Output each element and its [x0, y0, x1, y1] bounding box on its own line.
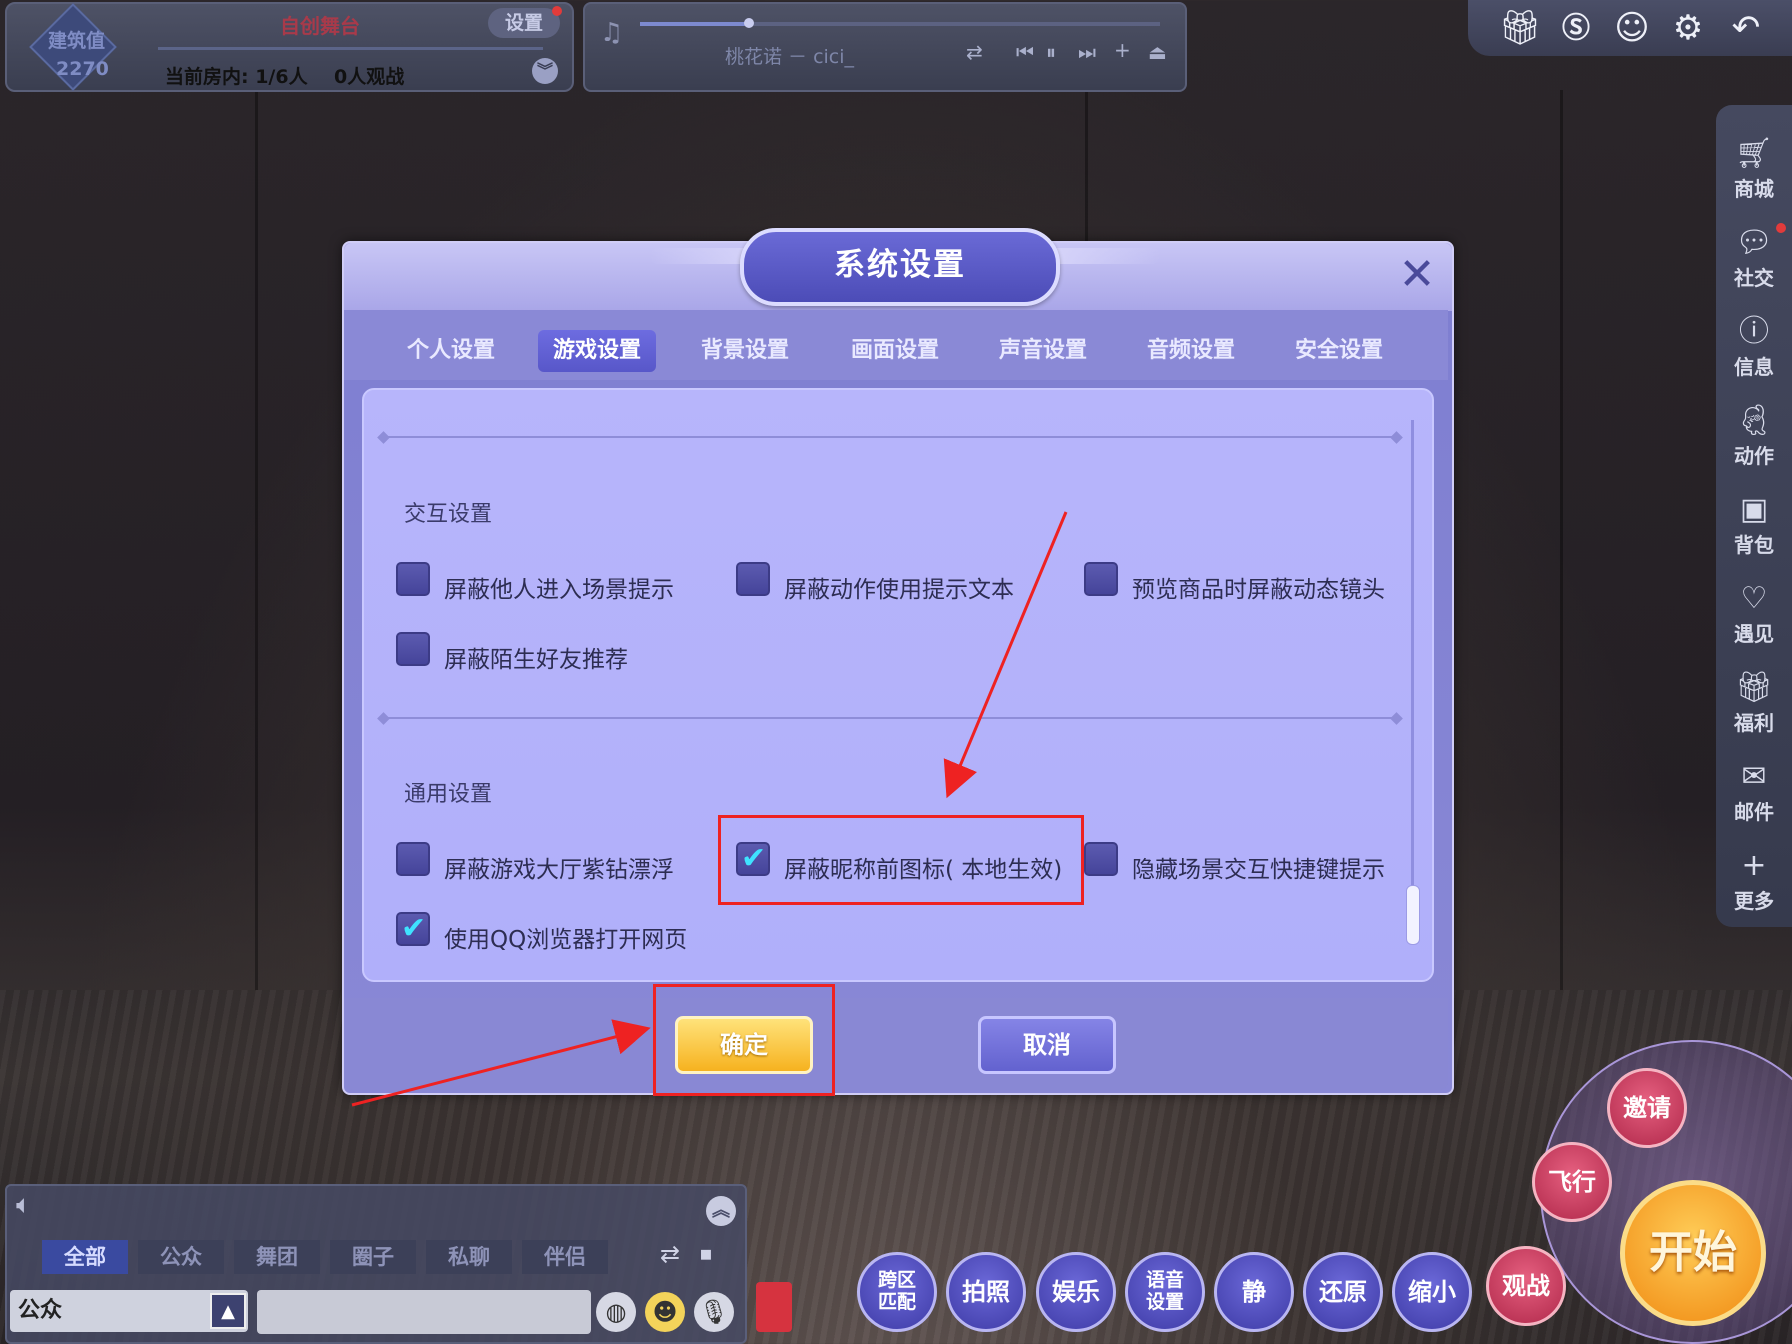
microphone-icon[interactable]: 🎙︎ — [694, 1292, 734, 1332]
chat-tab[interactable]: 舞团 — [234, 1240, 320, 1274]
channel-dropdown-button[interactable]: ▲ — [210, 1293, 246, 1329]
swap-icon[interactable]: ⇄ — [660, 1240, 680, 1268]
annotation-arrows — [351, 511, 1068, 1107]
chat-tab[interactable]: 全部 — [42, 1240, 128, 1274]
invite-button[interactable]: 邀请 — [1607, 1068, 1687, 1148]
start-button[interactable]: 开始 — [1620, 1180, 1766, 1326]
photo-button[interactable]: 拍照 — [946, 1252, 1026, 1332]
restore-button[interactable]: 还原 — [1303, 1252, 1383, 1332]
arrow-to-confirm — [351, 1019, 651, 1107]
chat-tab[interactable]: 伴侣 — [522, 1240, 608, 1274]
chat-tab[interactable]: 公众 — [138, 1240, 224, 1274]
speaker-icon[interactable]: 🔈︎ — [16, 1190, 32, 1221]
cross-match-button[interactable]: 跨区 匹配 — [857, 1252, 937, 1332]
spectate-button[interactable]: 观战 — [1486, 1246, 1566, 1326]
chat-input[interactable] — [257, 1290, 591, 1334]
mute-button[interactable]: 静 — [1214, 1252, 1294, 1332]
stop-icon[interactable]: ⏹ — [700, 1240, 712, 1268]
fly-button[interactable]: 飞行 — [1532, 1142, 1612, 1222]
arrow-to-option — [943, 511, 1068, 799]
fun-button[interactable]: 娱乐 — [1036, 1252, 1116, 1332]
voice-settings-button[interactable]: 语音 设置 — [1125, 1252, 1205, 1332]
red-envelope-icon[interactable] — [756, 1282, 792, 1332]
palette-icon[interactable]: ◍ — [596, 1292, 636, 1332]
chat-tab[interactable]: 圈子 — [330, 1240, 416, 1274]
chevron-up-icon[interactable]: ︽ — [706, 1196, 736, 1226]
shrink-button[interactable]: 缩小 — [1392, 1252, 1472, 1332]
chat-tab[interactable]: 私聊 — [426, 1240, 512, 1274]
emoji-icon[interactable]: ☻ — [645, 1292, 685, 1332]
